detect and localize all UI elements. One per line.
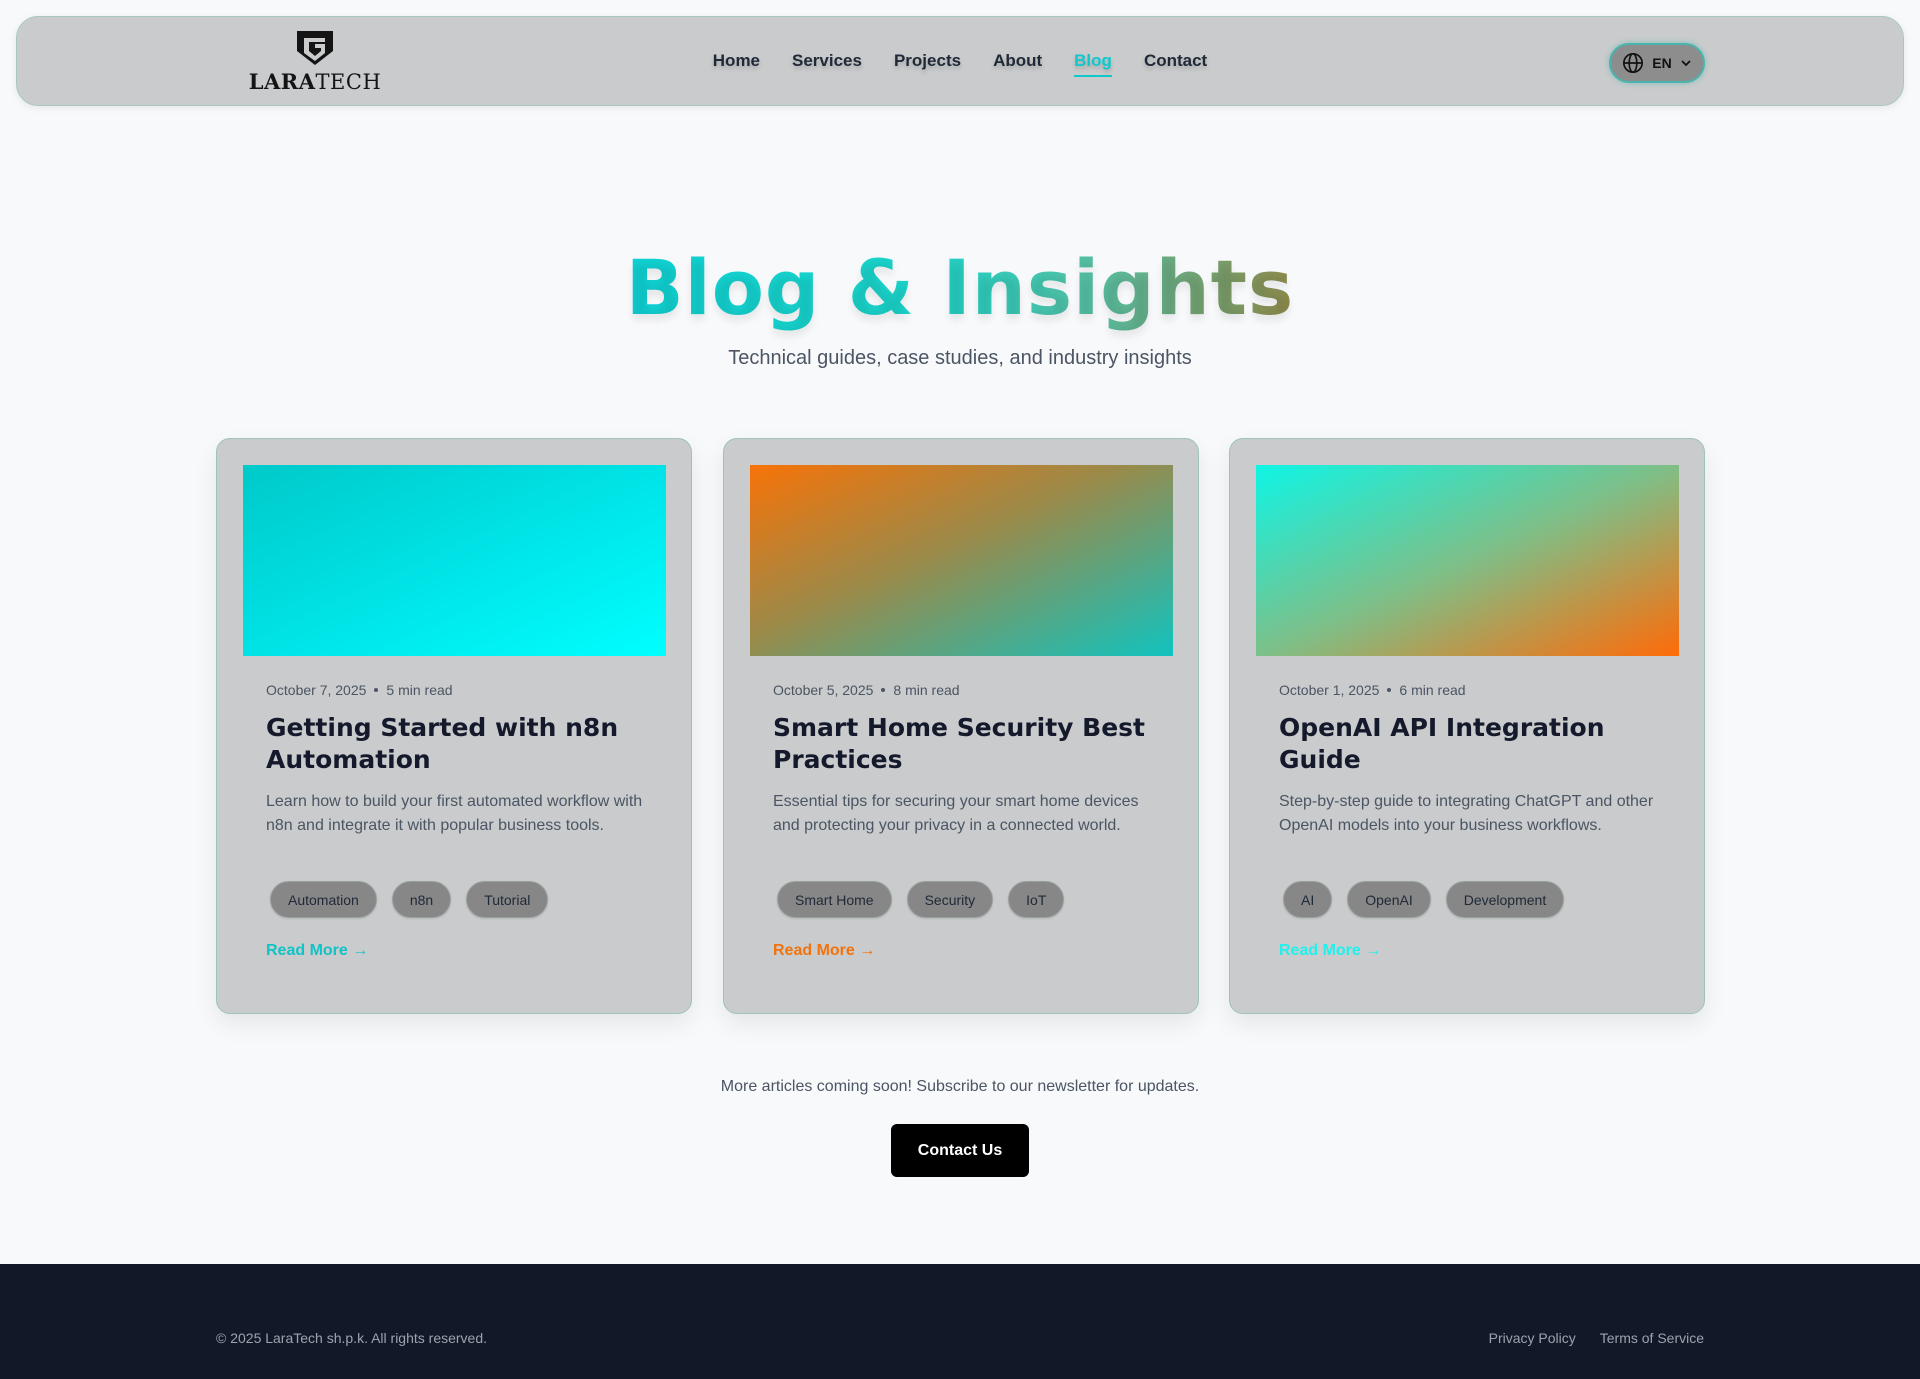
- post-description: Learn how to build your first automated …: [266, 793, 643, 834]
- terms-of-service-link[interactable]: Terms of Service: [1600, 1330, 1704, 1346]
- coming-soon-text: More articles coming soon! Subscribe to …: [720, 1078, 1200, 1095]
- tag[interactable]: Tutorial: [466, 881, 549, 918]
- footer-links: Privacy Policy Terms of Service: [1489, 1330, 1704, 1346]
- read-more-link[interactable]: Read More →: [1279, 942, 1381, 960]
- nav-services[interactable]: Services: [792, 51, 862, 73]
- card-meta: October 5, 2025 8 min read: [773, 682, 960, 698]
- tag[interactable]: OpenAI: [1347, 881, 1431, 918]
- nav-blog[interactable]: Blog: [1074, 51, 1112, 77]
- post-description: Step-by-step guide to integrating ChatGP…: [1279, 793, 1654, 834]
- nav-projects[interactable]: Projects: [894, 51, 961, 73]
- post-title[interactable]: Getting Started with n8n Automation: [266, 712, 656, 776]
- blog-card: October 5, 2025 8 min read Smart Home Se…: [723, 438, 1199, 1014]
- blog-card: October 7, 2025 5 min read Getting Start…: [216, 438, 692, 1014]
- site-header: LARATECH Home Services Projects About Bl…: [16, 16, 1904, 106]
- card-meta: October 1, 2025 6 min read: [1279, 682, 1466, 698]
- tag[interactable]: Development: [1445, 881, 1565, 918]
- read-more-link[interactable]: Read More →: [266, 942, 368, 960]
- globe-icon: [1623, 53, 1644, 73]
- language-selector[interactable]: EN: [1609, 43, 1705, 83]
- post-title[interactable]: OpenAI API Integration Guide: [1279, 712, 1669, 776]
- tag[interactable]: Automation: [270, 881, 377, 918]
- nav-home[interactable]: Home: [713, 51, 760, 73]
- post-title[interactable]: Smart Home Security Best Practices: [773, 712, 1163, 776]
- read-time: 6 min read: [1399, 682, 1466, 698]
- card-cover-image[interactable]: [243, 465, 666, 656]
- post-date: October 5, 2025: [773, 682, 874, 698]
- copyright-text: © 2025 LaraTech sh.p.k. All rights reser…: [216, 1330, 488, 1346]
- tag-list: AI OpenAI Development: [1283, 881, 1565, 918]
- site-footer: © 2025 LaraTech sh.p.k. All rights reser…: [0, 1264, 1920, 1379]
- privacy-policy-link[interactable]: Privacy Policy: [1489, 1330, 1576, 1346]
- tag[interactable]: n8n: [391, 881, 452, 918]
- page-subtitle: Technical guides, case studies, and indu…: [728, 347, 1192, 369]
- tag-list: Smart Home Security IoT: [777, 881, 1065, 918]
- tag[interactable]: Smart Home: [777, 881, 892, 918]
- tag[interactable]: IoT: [1008, 881, 1065, 918]
- page-title: Blog & Insights: [625, 243, 1295, 332]
- blog-card: October 1, 2025 6 min read OpenAI API In…: [1229, 438, 1705, 1014]
- meta-separator: [881, 688, 886, 692]
- meta-separator: [374, 688, 379, 692]
- post-description: Essential tips for securing your smart h…: [773, 793, 1139, 834]
- language-code: EN: [1652, 55, 1672, 71]
- tag-list: Automation n8n Tutorial: [270, 881, 549, 918]
- post-date: October 1, 2025: [1279, 682, 1380, 698]
- nav-about[interactable]: About: [993, 51, 1042, 73]
- post-date: October 7, 2025: [266, 682, 367, 698]
- meta-separator: [1387, 688, 1392, 692]
- card-cover-image[interactable]: [1256, 465, 1679, 656]
- card-meta: October 7, 2025 5 min read: [266, 682, 453, 698]
- nav-contact[interactable]: Contact: [1144, 51, 1207, 73]
- read-more-link[interactable]: Read More →: [773, 942, 875, 960]
- read-time: 8 min read: [893, 682, 960, 698]
- tag[interactable]: AI: [1283, 881, 1333, 918]
- chevron-down-icon: [1681, 60, 1691, 67]
- card-cover-image[interactable]: [750, 465, 1173, 656]
- read-time: 5 min read: [386, 682, 453, 698]
- tag[interactable]: Security: [906, 881, 994, 918]
- contact-us-button[interactable]: Contact Us: [891, 1124, 1029, 1177]
